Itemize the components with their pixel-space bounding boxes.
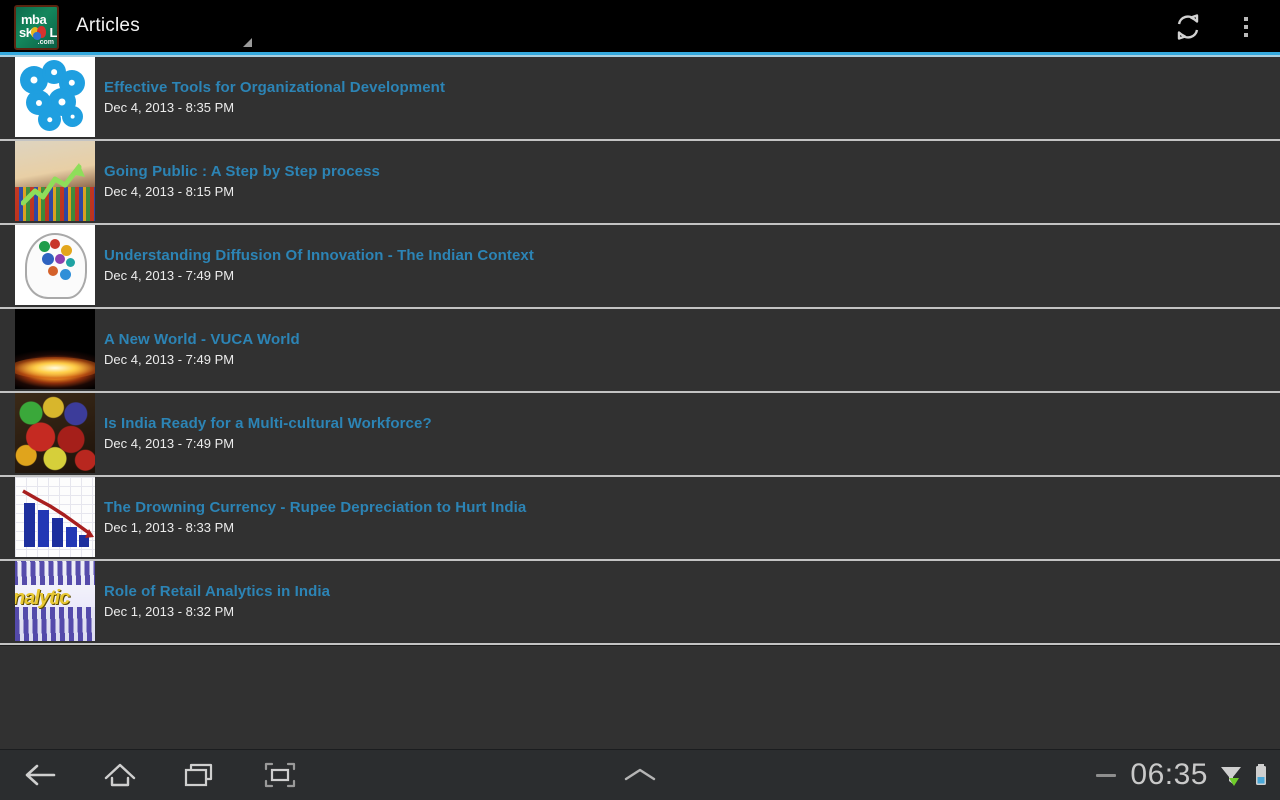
battery-icon — [1256, 764, 1266, 785]
article-title[interactable]: Understanding Diffusion Of Innovation - … — [104, 247, 534, 264]
article-text-block: Effective Tools for Organizational Devel… — [104, 57, 445, 115]
article-list[interactable]: Effective Tools for Organizational Devel… — [0, 57, 1280, 750]
article-thumbnail: nalytic — [15, 561, 95, 641]
app-logo-domain: .com — [37, 39, 54, 46]
system-navigation-bar: 06:35 — [0, 749, 1280, 800]
article-date: Dec 4, 2013 - 7:49 PM — [104, 436, 235, 451]
article-text-block: Is India Ready for a Multi-cultural Work… — [104, 393, 432, 451]
article-thumbnail — [15, 477, 95, 557]
list-item[interactable]: Going Public : A Step by Step process De… — [0, 141, 1280, 223]
article-text-block: Going Public : A Step by Step process De… — [104, 141, 380, 199]
article-date: Dec 4, 2013 - 8:35 PM — [104, 100, 235, 115]
overflow-dot-3-icon — [1244, 33, 1248, 37]
status-clock: 06:35 — [1130, 758, 1208, 791]
action-bar: mba sKooL .com Articles — [0, 0, 1280, 52]
notification-drawer-handle[interactable] — [600, 750, 680, 800]
refresh-icon — [1177, 14, 1199, 40]
wifi-signal-icon — [1221, 767, 1241, 786]
article-thumbnail — [15, 141, 95, 221]
list-item[interactable]: Effective Tools for Organizational Devel… — [0, 57, 1280, 139]
nav-recent-apps-button[interactable] — [160, 750, 240, 800]
article-date: Dec 1, 2013 - 8:32 PM — [104, 604, 235, 619]
app-logo[interactable]: mba sKooL .com — [14, 5, 59, 50]
back-arrow-icon — [25, 764, 56, 786]
android-tablet-screen: mba sKooL .com Articles — [0, 0, 1280, 800]
page-title: Articles — [76, 15, 140, 36]
article-title[interactable]: The Drowning Currency - Rupee Depreciati… — [104, 499, 526, 516]
recent-apps-icon — [184, 763, 213, 787]
status-cluster[interactable]: 06:35 — [1096, 750, 1268, 800]
chevron-up-icon — [624, 768, 656, 781]
nav-screenshot-button[interactable] — [240, 750, 320, 800]
app-logo-line2-suffix: L — [49, 25, 57, 40]
list-item[interactable]: nalytic Role of Retail Analytics in Indi… — [0, 561, 1280, 643]
article-thumbnail — [15, 225, 95, 305]
analytics-word-icon: nalytic — [15, 587, 70, 609]
rising-arrow-icon — [21, 163, 85, 206]
article-text-block: A New World - VUCA World Dec 4, 2013 - 7… — [104, 309, 300, 367]
article-date: Dec 4, 2013 - 7:49 PM — [104, 352, 235, 367]
article-date: Dec 1, 2013 - 8:33 PM — [104, 520, 235, 535]
spinner-caret-icon[interactable] — [243, 38, 252, 47]
article-title[interactable]: Going Public : A Step by Step process — [104, 163, 380, 180]
article-title[interactable]: Effective Tools for Organizational Devel… — [104, 79, 445, 96]
article-text-block: Understanding Diffusion Of Innovation - … — [104, 225, 534, 283]
article-thumbnail — [15, 57, 95, 137]
list-item[interactable]: Is India Ready for a Multi-cultural Work… — [0, 393, 1280, 475]
article-title[interactable]: A New World - VUCA World — [104, 331, 300, 348]
minus-icon — [1096, 773, 1117, 777]
overflow-dot-1-icon — [1244, 17, 1248, 21]
article-date: Dec 4, 2013 - 7:49 PM — [104, 268, 235, 283]
article-thumbnail — [15, 309, 95, 389]
article-date: Dec 4, 2013 - 8:15 PM — [104, 184, 235, 199]
nav-back-button[interactable] — [0, 750, 80, 800]
article-thumbnail — [15, 393, 95, 473]
list-item[interactable]: Understanding Diffusion Of Innovation - … — [0, 225, 1280, 307]
article-title[interactable]: Is India Ready for a Multi-cultural Work… — [104, 415, 432, 432]
list-item[interactable]: A New World - VUCA World Dec 4, 2013 - 7… — [0, 309, 1280, 391]
overflow-dot-2-icon — [1244, 25, 1248, 29]
refresh-button[interactable] — [1160, 8, 1216, 46]
overflow-menu-button[interactable] — [1226, 8, 1266, 46]
declining-bar-chart-icon — [22, 489, 94, 547]
nav-home-button[interactable] — [80, 750, 160, 800]
home-icon — [104, 763, 136, 787]
article-text-block: Role of Retail Analytics in India Dec 1,… — [104, 561, 330, 619]
list-divider — [0, 643, 1280, 645]
list-item[interactable]: The Drowning Currency - Rupee Depreciati… — [0, 477, 1280, 559]
article-title[interactable]: Role of Retail Analytics in India — [104, 583, 330, 600]
article-text-block: The Drowning Currency - Rupee Depreciati… — [104, 477, 526, 535]
screenshot-icon — [264, 762, 296, 788]
